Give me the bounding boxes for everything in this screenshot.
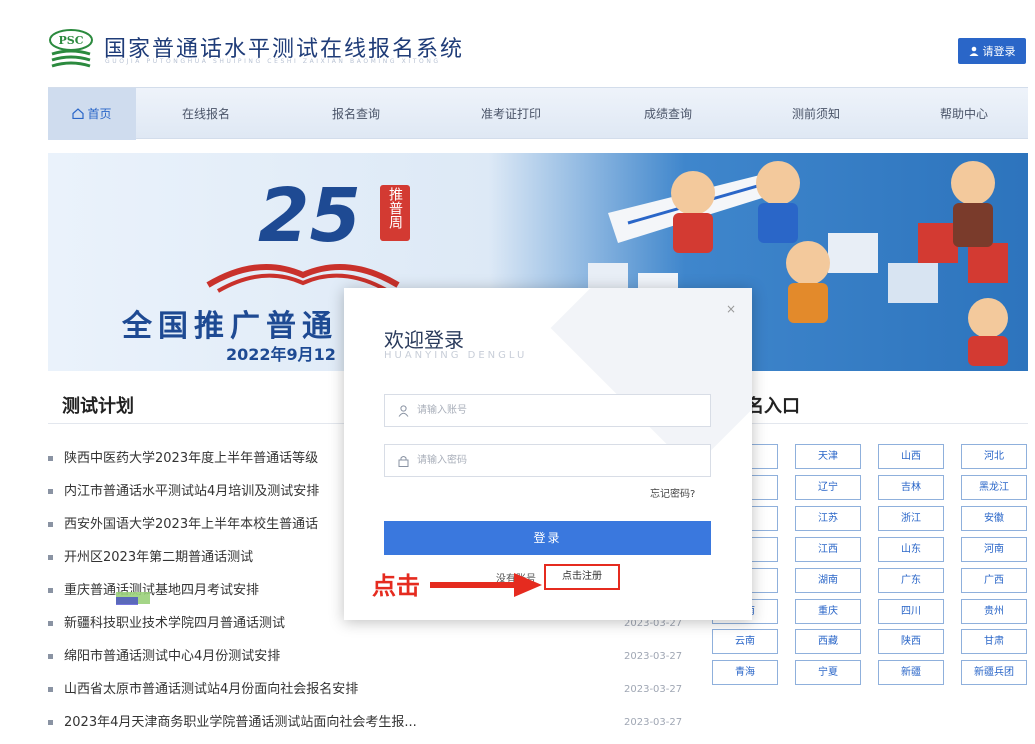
registration-entry-title: 名入口	[746, 396, 800, 417]
province-button[interactable]: 广西	[961, 568, 1027, 593]
nav-registration-query[interactable]: 报名查询	[306, 88, 406, 140]
province-button[interactable]: 甘肃	[961, 629, 1027, 654]
password-field[interactable]	[384, 444, 711, 477]
plan-item[interactable]: 绵阳市普通话测试中心4月份测试安排 2023-03-27	[48, 640, 698, 673]
province-button[interactable]: 广东	[878, 568, 944, 593]
province-button[interactable]: 天津	[795, 444, 861, 469]
province-button[interactable]: 四川	[878, 599, 944, 624]
banner-tag: 推普周	[380, 185, 410, 241]
test-plan-title: 测试计划	[62, 396, 134, 417]
province-button[interactable]: 云南	[712, 629, 778, 654]
plan-item[interactable]: 山西省太原市普通话测试站4月份面向社会报名安排 2023-03-27	[48, 673, 698, 706]
header-login-label: 请登录	[982, 45, 1016, 58]
province-button[interactable]: 重庆	[795, 599, 861, 624]
bullet	[48, 555, 53, 560]
nav-admission-print[interactable]: 准考证打印	[456, 88, 566, 140]
forgot-password-link[interactable]: 忘记密码?	[650, 485, 695, 500]
plan-item-date: 2023-03-27	[624, 684, 683, 695]
province-button[interactable]: 浙江	[878, 506, 944, 531]
bullet	[48, 588, 53, 593]
province-button[interactable]: 安徽	[961, 506, 1027, 531]
nav-home[interactable]: 首页	[48, 88, 136, 140]
close-icon[interactable]: ×	[726, 302, 736, 316]
user-icon	[969, 46, 978, 56]
province-button[interactable]: 贵州	[961, 599, 1027, 624]
province-button[interactable]: 新疆兵团	[961, 660, 1027, 685]
plan-item-text: 内江市普通话水平测试站4月培训及测试安排	[64, 484, 320, 499]
province-button[interactable]: 山西	[878, 444, 944, 469]
plan-item-text: 山西省太原市普通话测试站4月份面向社会报名安排	[64, 682, 359, 697]
province-button[interactable]: 陕西	[878, 629, 944, 654]
register-link[interactable]: 点击注册	[544, 564, 620, 590]
plan-item-date: 2023-03-27	[624, 717, 683, 728]
plan-item-text: 绵阳市普通话测试中心4月份测试安排	[64, 649, 281, 664]
nav-online-registration[interactable]: 在线报名	[156, 88, 256, 140]
plan-item-text: 2023年4月天津商务职业学院普通话测试站面向社会考生报...	[64, 715, 417, 730]
nav-home-label: 首页	[87, 107, 112, 121]
redaction-mark	[116, 597, 138, 605]
province-button[interactable]: 河南	[961, 537, 1027, 562]
annotation-text: 点击	[372, 572, 420, 600]
banner-tag-text: 推普周	[387, 187, 403, 229]
bullet	[48, 489, 53, 494]
modal-decoration	[550, 288, 752, 470]
arrow-right-icon	[430, 573, 542, 597]
site-subtitle: GUOJIA PUTONGHUA SHUIPING CESHI ZAIXIAN …	[105, 58, 441, 65]
plan-item-text: 陕西中医药大学2023年度上半年普通话等级	[64, 451, 319, 466]
bullet	[48, 522, 53, 527]
bullet	[48, 720, 53, 725]
header: PSC 国家普通话水平测试在线报名系统 GUOJIA PUTONGHUA SHU…	[0, 0, 1035, 86]
main-nav: 首页 在线报名 报名查询 准考证打印 成绩查询 测前须知 帮助中心	[48, 87, 1028, 140]
province-button[interactable]: 河北	[961, 444, 1027, 469]
province-button[interactable]: 江西	[795, 537, 861, 562]
province-button[interactable]: 湖南	[795, 568, 861, 593]
province-button[interactable]: 黑龙江	[961, 475, 1027, 500]
book-icon	[206, 264, 400, 293]
province-button[interactable]: 青海	[712, 660, 778, 685]
user-icon	[398, 405, 409, 417]
nav-pretest-notice[interactable]: 测前须知	[766, 88, 866, 140]
nav-score-query[interactable]: 成绩查询	[618, 88, 718, 140]
registration-entry-header: 名入口	[712, 380, 1028, 424]
banner-date: 2022年9月12	[226, 345, 336, 364]
bullet	[48, 654, 53, 659]
plan-item[interactable]: 2023年4月天津商务职业学院普通话测试站面向社会考生报... 2023-03-2…	[48, 706, 698, 739]
psc-logo-icon: PSC	[49, 29, 93, 68]
plan-item-text: 重庆普通话测试基地四月考试安排	[64, 583, 260, 598]
home-icon	[72, 108, 85, 119]
plan-item-date: 2023-03-27	[624, 651, 683, 662]
page: PSC 国家普通话水平测试在线报名系统 GUOJIA PUTONGHUA SHU…	[0, 0, 1035, 744]
plan-item-text: 新疆科技职业技术学院四月普通话测试	[64, 616, 286, 631]
bullet	[48, 687, 53, 692]
header-login-button[interactable]: 请登录	[958, 38, 1026, 64]
province-button[interactable]: 辽宁	[795, 475, 861, 500]
province-button[interactable]: 山东	[878, 537, 944, 562]
lock-icon	[398, 456, 409, 467]
login-submit-button[interactable]: 登录	[384, 521, 711, 555]
modal-subtitle: HUANYING DENGLU	[384, 350, 528, 361]
account-input[interactable]	[417, 395, 697, 426]
bullet	[48, 621, 53, 626]
banner-headline: 全国推广普通	[122, 309, 338, 344]
bullet	[48, 456, 53, 461]
password-input[interactable]	[417, 445, 697, 476]
province-button[interactable]: 吉林	[878, 475, 944, 500]
modal-title: 欢迎登录	[384, 328, 464, 352]
plan-item-text: 西安外国语大学2023年上半年本校生普通话	[64, 517, 319, 532]
plan-item-text: 开州区2023年第二期普通话测试	[64, 550, 254, 565]
province-button[interactable]: 江苏	[795, 506, 861, 531]
province-button[interactable]: 宁夏	[795, 660, 861, 685]
nav-help-center[interactable]: 帮助中心	[914, 88, 1014, 140]
account-field[interactable]	[384, 394, 711, 427]
province-button[interactable]: 新疆	[878, 660, 944, 685]
logo-text: PSC	[59, 34, 84, 47]
province-button[interactable]: 西藏	[795, 629, 861, 654]
